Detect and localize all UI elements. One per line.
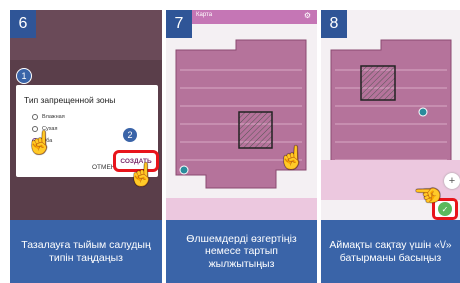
dock-icon: [418, 107, 428, 117]
hand-pointer-icon: ☝: [26, 130, 54, 155]
step-number: 6: [10, 10, 36, 38]
step-8-panel: + ✓ ☝ 8 Аймақты сақтау үшін «\/» батырма…: [321, 10, 460, 283]
caption: Өлшемдерді өзгертіңіз немесе тартып жылж…: [166, 220, 317, 283]
marker-1: 1: [16, 68, 32, 84]
dock-icon: [179, 165, 189, 175]
map-screen: + ✓ ☝: [321, 10, 460, 220]
floor-map: [175, 39, 307, 189]
marker-2: 2: [122, 127, 138, 143]
hand-pointer-icon: ☝: [415, 181, 441, 209]
radio-icon[interactable]: [32, 114, 38, 120]
bottom-band: [166, 198, 317, 220]
option-label: Влажная: [42, 114, 65, 120]
step-7-panel: Карта ⚙ ☝ 7 Өлшемдерді өзгертіңіз немесе…: [166, 10, 317, 283]
zone-type-screen: Тип запрещенной зоны Влажная Сухая Оба О…: [10, 10, 162, 220]
step-number: 7: [166, 10, 192, 38]
map-screen: Карта ⚙ ☝: [166, 10, 317, 220]
caption: Тазалауға тыйым салудың типін таңдаңыз: [10, 220, 162, 283]
hand-pointer-icon: ☝: [128, 162, 156, 187]
add-button[interactable]: +: [444, 173, 460, 189]
zone-rectangle: [238, 111, 273, 149]
option-wet[interactable]: Влажная: [32, 114, 65, 120]
step-number: 8: [321, 10, 347, 38]
caption: Аймақты сақтау үшін «\/» батырманы басың…: [321, 220, 460, 283]
hand-pointer-icon: ☝: [278, 145, 306, 170]
step-6-panel: Тип запрещенной зоны Влажная Сухая Оба О…: [10, 10, 162, 283]
zone-rectangle: [360, 65, 396, 101]
dialog-title: Тип запрещенной зоны: [24, 95, 116, 105]
